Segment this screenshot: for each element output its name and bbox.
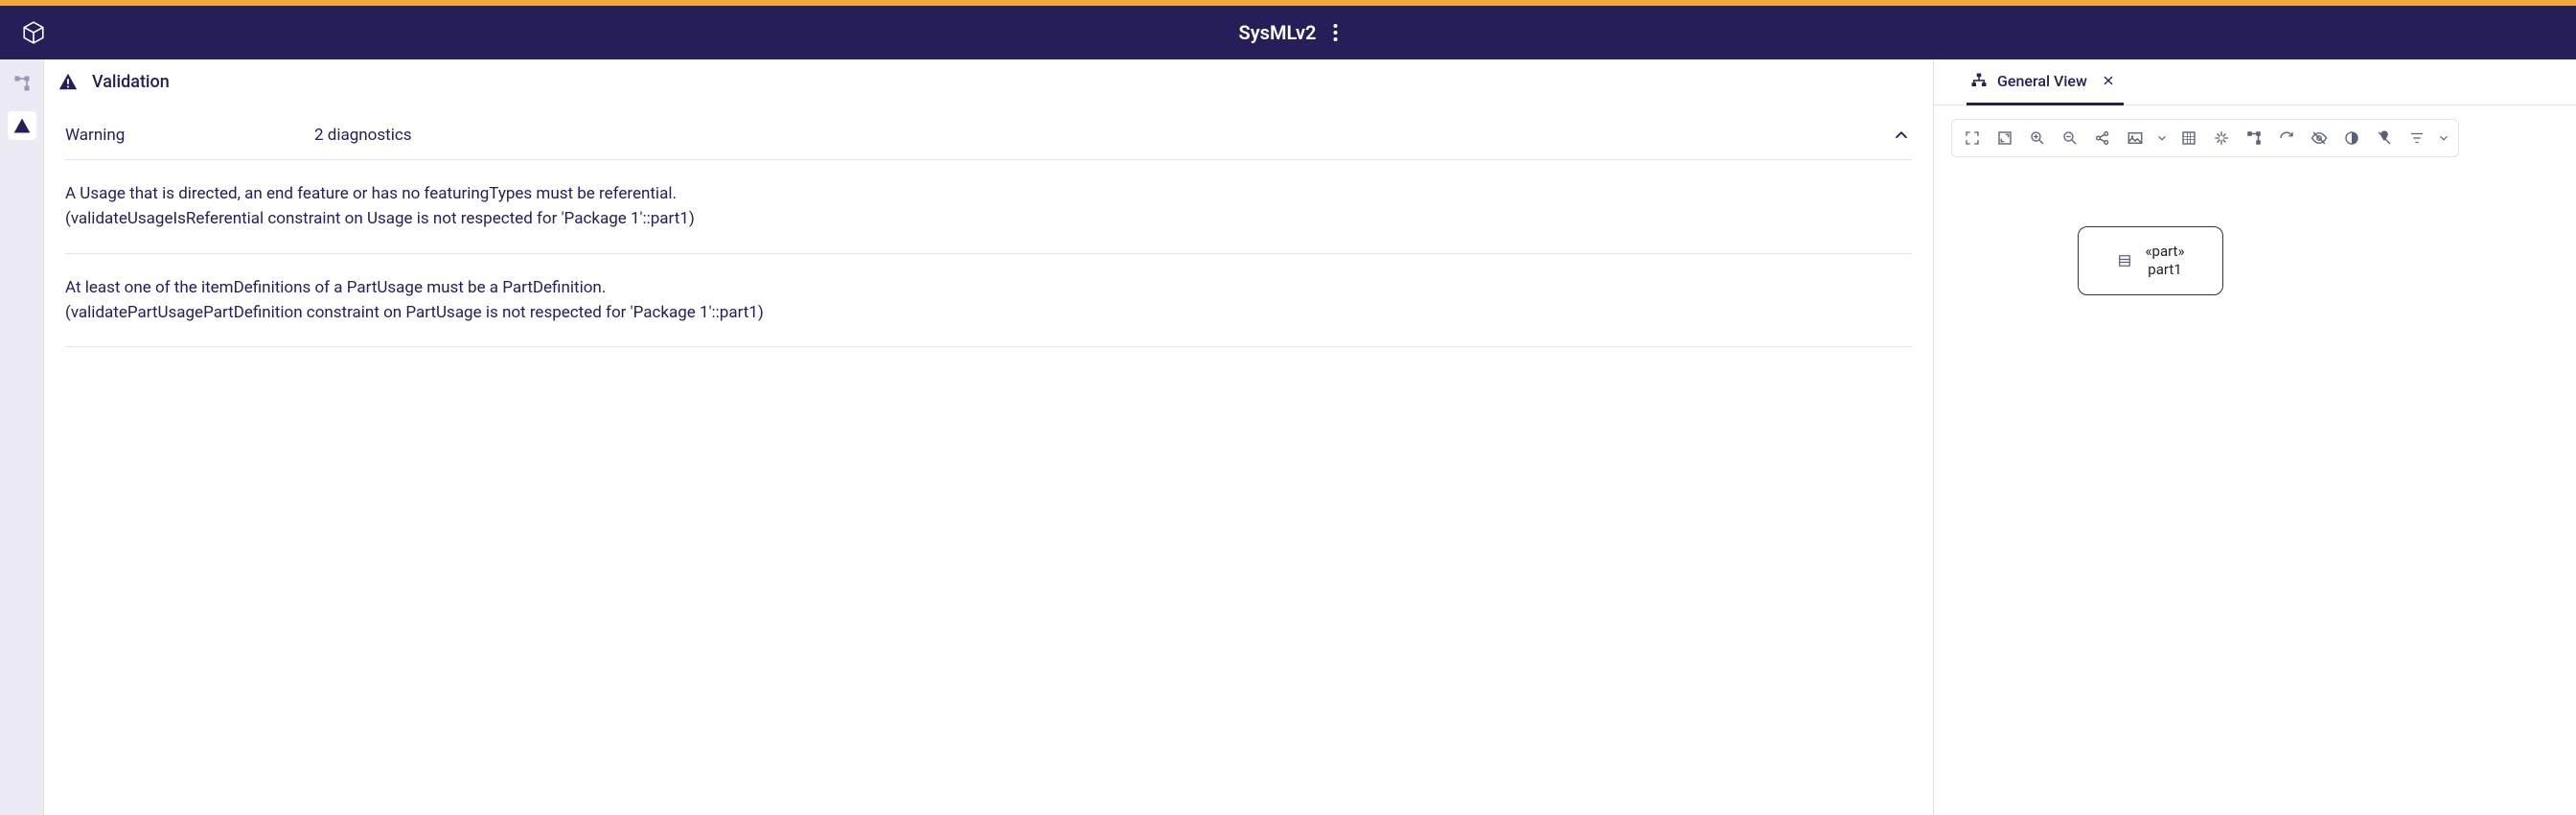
tab-general-view[interactable]: General View — [1966, 59, 2124, 105]
diagnostic-text-line1: At least one of the itemDefinitions of a… — [65, 275, 1912, 300]
fit-screen-icon[interactable] — [1958, 124, 1987, 152]
warning-label: Warning — [65, 126, 314, 145]
main-area: Validation Warning 2 diagnostics A Usage… — [0, 59, 2576, 815]
diagnostic-item[interactable]: At least one of the itemDefinitions of a… — [65, 254, 1912, 348]
node-text: «part» part1 — [2145, 243, 2184, 280]
redo-icon[interactable] — [2272, 124, 2301, 152]
snap-icon[interactable] — [2207, 124, 2236, 152]
left-rail — [0, 59, 44, 815]
part-icon — [2116, 252, 2133, 269]
tab-label: General View — [1997, 72, 2087, 90]
zoom-out-icon[interactable] — [2056, 124, 2084, 152]
app-bar: SysMLv2 — [0, 6, 2576, 59]
cube-icon — [21, 20, 46, 45]
close-icon[interactable] — [2097, 73, 2120, 88]
diagram-toolbar — [1951, 119, 2459, 157]
hierarchy-icon — [1970, 72, 1988, 89]
more-menu-icon[interactable] — [1333, 24, 1337, 41]
layout-icon[interactable] — [2240, 124, 2268, 152]
validation-tab-icon[interactable] — [8, 111, 36, 140]
warning-summary-row[interactable]: Warning 2 diagnostics — [65, 115, 1912, 160]
chevron-up-icon[interactable] — [1891, 125, 1912, 146]
diagnostic-text-line2: (validatePartUsagePartDefinition constra… — [65, 300, 1912, 325]
app-title: SysMLv2 — [1239, 21, 1317, 44]
warning-triangle-icon — [58, 71, 79, 92]
filter-icon[interactable] — [2403, 124, 2431, 152]
validation-title: Validation — [92, 72, 170, 92]
tree-icon[interactable] — [8, 69, 36, 98]
diagnostic-text-line2: (validateUsageIsReferential constraint o… — [65, 206, 1912, 231]
contrast-icon[interactable] — [2337, 124, 2366, 152]
fullscreen-icon[interactable] — [1990, 124, 2019, 152]
validation-panel: Validation Warning 2 diagnostics A Usage… — [44, 59, 1934, 815]
chevron-down-icon[interactable] — [2153, 124, 2171, 152]
diagnostic-text-line1: A Usage that is directed, an end feature… — [65, 181, 1912, 206]
diagram-canvas[interactable]: «part» part1 — [1934, 157, 2576, 815]
tabs-bar: General View — [1934, 59, 2576, 105]
visibility-off-icon[interactable] — [2305, 124, 2334, 152]
share-icon[interactable] — [2088, 124, 2117, 152]
diagnostics-count: 2 diagnostics — [314, 126, 1891, 145]
node-stereotype: «part» — [2145, 243, 2184, 262]
node-name: part1 — [2145, 261, 2184, 280]
image-icon[interactable] — [2121, 124, 2150, 152]
pin-off-icon[interactable] — [2370, 124, 2399, 152]
zoom-in-icon[interactable] — [2023, 124, 2052, 152]
diagram-panel: General View — [1934, 59, 2576, 815]
chevron-down-icon[interactable] — [2435, 124, 2452, 152]
validation-header: Validation — [44, 59, 1933, 96]
diagnostic-item[interactable]: A Usage that is directed, an end feature… — [65, 160, 1912, 254]
grid-icon[interactable] — [2174, 124, 2203, 152]
diagram-node-part[interactable]: «part» part1 — [2078, 226, 2223, 295]
